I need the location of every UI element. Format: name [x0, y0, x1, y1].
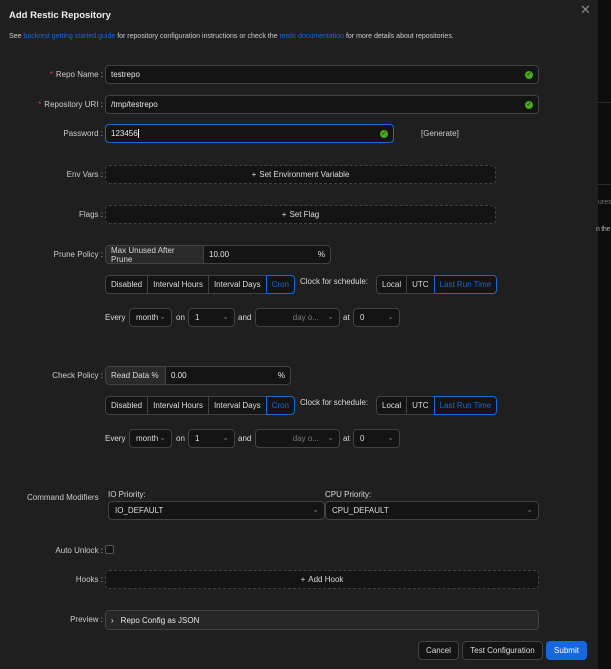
prune-weekday-select[interactable]: day o... ⌄	[255, 308, 340, 327]
check-mode-disabled[interactable]: Disabled	[105, 396, 149, 415]
cpu-priority-select[interactable]: CPU_DEFAULT ⌄	[325, 501, 539, 520]
prune-clock-group: Local UTC Last Run Time	[376, 275, 498, 294]
check-mode-group: Disabled Interval Hours Interval Days Cr…	[105, 396, 295, 415]
chevron-down-icon: ⌄	[159, 312, 166, 321]
check-clock-utc[interactable]: UTC	[406, 396, 435, 415]
flags-label: Flags :	[78, 210, 103, 219]
every-label: Every	[105, 434, 126, 443]
chevron-down-icon: ⌄	[327, 312, 334, 321]
background-text: ures	[598, 199, 611, 206]
repo-uri-label: * Repository URI :	[38, 100, 103, 109]
check-circle-icon: ✓	[525, 71, 533, 79]
at-label: at	[343, 313, 350, 322]
on-label: on	[176, 313, 185, 322]
max-unused-input[interactable]: 10.00%	[203, 245, 331, 264]
password-label: Password :	[63, 129, 103, 138]
prune-clock-utc[interactable]: UTC	[406, 275, 435, 294]
desc-text: See	[9, 33, 24, 40]
add-repository-dialog: Add Restic Repository ✕ See backrest get…	[0, 0, 598, 669]
chevron-down-icon: ⌄	[526, 505, 533, 514]
chevron-down-icon: ⌄	[222, 312, 229, 321]
check-clock-local[interactable]: Local	[376, 396, 408, 415]
check-policy-label: Check Policy :	[52, 371, 103, 380]
check-clock-last-run[interactable]: Last Run Time	[433, 396, 498, 415]
at-label: at	[343, 434, 350, 443]
cpu-priority-label: CPU Priority:	[325, 490, 372, 499]
background-divider	[598, 102, 611, 103]
read-data-input[interactable]: 0.00%	[165, 366, 291, 385]
prune-mode-disabled[interactable]: Disabled	[105, 275, 149, 294]
dialog-description: See backrest getting started guide for r…	[9, 33, 454, 40]
check-weekday-select[interactable]: day o... ⌄	[255, 429, 340, 448]
dialog-title: Add Restic Repository	[9, 10, 111, 21]
preview-collapse[interactable]: › Repo Config as JSON	[105, 610, 539, 630]
prune-addon: Max Unused After Prune	[105, 245, 204, 264]
plus-icon: +	[300, 575, 306, 584]
plus-icon: +	[281, 210, 287, 219]
check-mode-interval-days[interactable]: Interval Days	[207, 396, 267, 415]
prune-clock-label: Clock for schedule:	[300, 277, 369, 286]
desc-text: for more details about repositories.	[344, 33, 454, 40]
test-configuration-button[interactable]: Test Configuration	[462, 641, 543, 660]
chevron-down-icon: ⌄	[222, 433, 229, 442]
hooks-label: Hooks :	[75, 575, 103, 584]
background-divider	[598, 184, 611, 185]
check-mode-cron[interactable]: Cron	[265, 396, 295, 415]
set-flag-button[interactable]: + Set Flag	[105, 205, 496, 224]
background-text: n the	[596, 226, 611, 233]
check-clock-group: Local UTC Last Run Time	[376, 396, 498, 415]
check-mode-interval-hours[interactable]: Interval Hours	[147, 396, 209, 415]
set-env-var-button[interactable]: + Set Environment Variable	[105, 165, 496, 184]
prune-policy-label: Prune Policy :	[53, 250, 103, 259]
chevron-down-icon: ⌄	[159, 433, 166, 442]
chevron-down-icon: ⌄	[312, 505, 319, 514]
and-label: and	[238, 434, 252, 443]
auto-unlock-checkbox[interactable]	[105, 545, 114, 554]
env-vars-label: Env Vars :	[66, 170, 103, 179]
and-label: and	[238, 313, 252, 322]
close-icon[interactable]: ✕	[580, 2, 591, 18]
getting-started-link[interactable]: backrest getting started guide	[23, 33, 115, 40]
prune-day-select[interactable]: 1 ⌄	[188, 308, 235, 327]
add-hook-button[interactable]: + Add Hook	[105, 570, 539, 589]
check-day-select[interactable]: 1 ⌄	[188, 429, 235, 448]
restic-docs-link[interactable]: restic documentation	[279, 33, 344, 40]
desc-text: for repository configuration instruction…	[115, 33, 280, 40]
prune-mode-group: Disabled Interval Hours Interval Days Cr…	[105, 275, 295, 294]
check-hour-select[interactable]: 0 ⌄	[353, 429, 400, 448]
chevron-down-icon: ⌄	[327, 433, 334, 442]
chevron-down-icon: ⌄	[387, 312, 394, 321]
prune-clock-local[interactable]: Local	[376, 275, 408, 294]
check-addon: Read Data %	[105, 366, 166, 385]
prune-mode-interval-days[interactable]: Interval Days	[207, 275, 267, 294]
chevron-right-icon: ›	[111, 615, 114, 625]
repo-name-input[interactable]: testrepo ✓	[105, 65, 539, 84]
generate-password-link[interactable]: [Generate]	[421, 129, 459, 138]
submit-button[interactable]: Submit	[546, 641, 587, 660]
password-input[interactable]: 123456 ✓	[105, 124, 394, 143]
prune-clock-last-run[interactable]: Last Run Time	[433, 275, 498, 294]
repo-uri-input[interactable]: /tmp/testrepo ✓	[105, 95, 539, 114]
prune-mode-cron[interactable]: Cron	[265, 275, 295, 294]
io-priority-select[interactable]: IO_DEFAULT ⌄	[108, 501, 325, 520]
io-priority-label: IO Priority:	[108, 490, 146, 499]
chevron-down-icon: ⌄	[387, 433, 394, 442]
cancel-button[interactable]: Cancel	[418, 641, 459, 660]
repo-name-label: * Repo Name :	[49, 70, 103, 79]
prune-hour-select[interactable]: 0 ⌄	[353, 308, 400, 327]
check-circle-icon: ✓	[380, 130, 388, 138]
prune-mode-interval-hours[interactable]: Interval Hours	[147, 275, 209, 294]
every-label: Every	[105, 313, 126, 322]
check-circle-icon: ✓	[525, 101, 533, 109]
on-label: on	[176, 434, 185, 443]
background-page	[598, 0, 611, 669]
auto-unlock-label: Auto Unlock :	[55, 546, 103, 555]
preview-label: Preview :	[70, 615, 103, 624]
prune-period-select[interactable]: month ⌄	[129, 308, 172, 327]
check-period-select[interactable]: month ⌄	[129, 429, 172, 448]
check-clock-label: Clock for schedule:	[300, 398, 369, 407]
command-modifiers-label: Command Modifiers	[27, 493, 99, 502]
plus-icon: +	[251, 170, 257, 179]
